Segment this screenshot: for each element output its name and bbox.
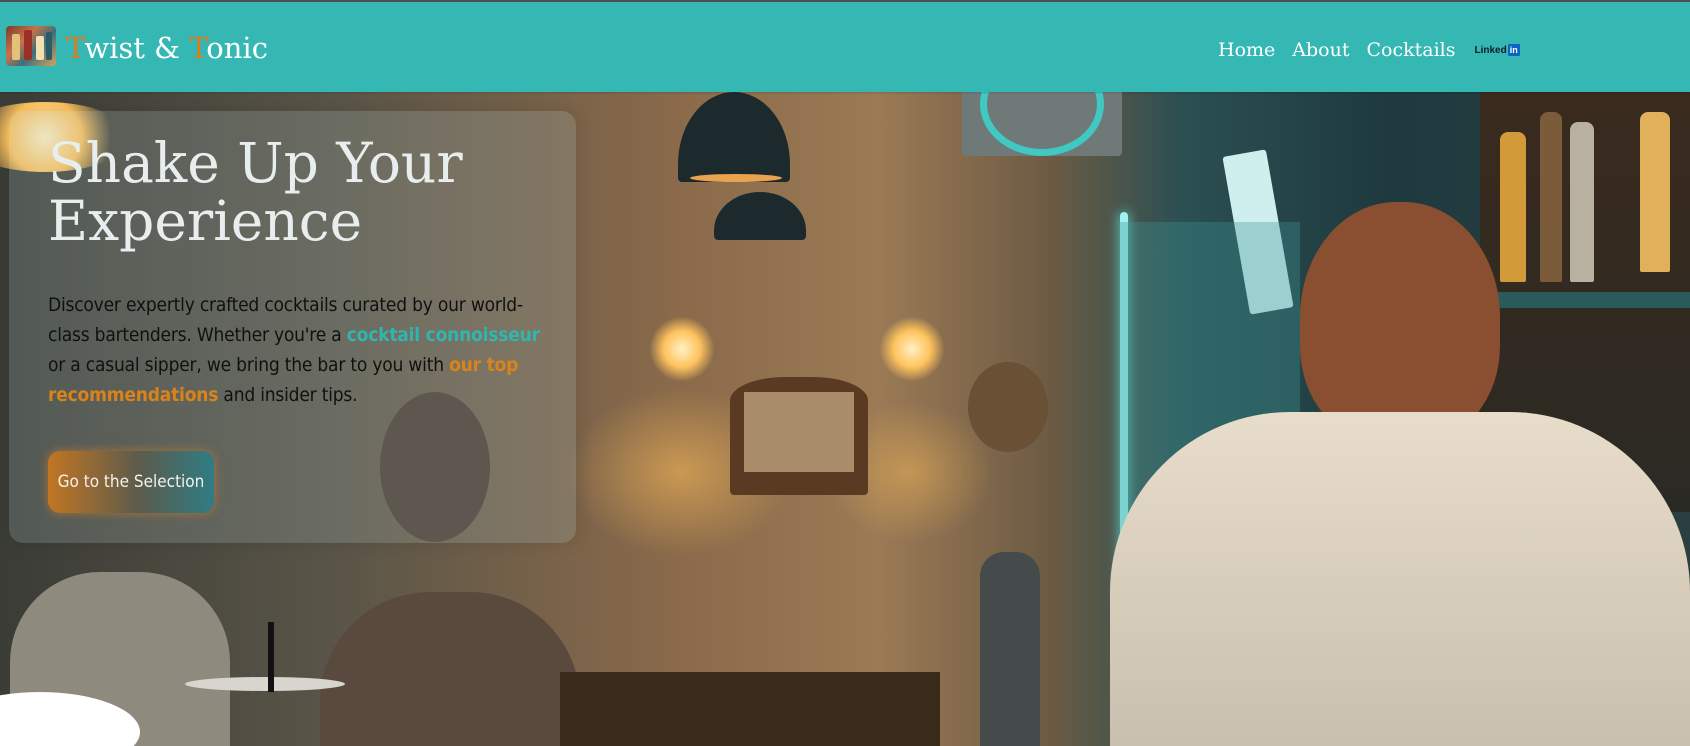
go-to-selection-button[interactable]: Go to the Selection [48, 451, 214, 513]
brand-name[interactable]: Twist & Tonic [66, 28, 268, 68]
brand-letter-2: T [189, 31, 207, 65]
hero-description-part-2: or a casual sipper, we bring the bar to … [48, 354, 450, 376]
linkedin-badge: in [1507, 44, 1520, 56]
logo-image[interactable] [6, 26, 56, 66]
nav-menu: Home About Cocktails Linked in [1218, 36, 1520, 64]
linkedin-text: Linked [1474, 44, 1507, 56]
linkedin-icon[interactable]: Linked in [1474, 44, 1520, 56]
brand-letter-1: T [66, 31, 85, 65]
hero-title: Shake Up Your Experience [48, 134, 548, 250]
hero-title-line-2: Experience [48, 189, 363, 253]
brand-text-1: wist & [84, 31, 190, 65]
highlight-cocktail-connoisseur: cocktail connoisseur [346, 324, 540, 346]
hero-title-line-1: Shake Up Your [48, 131, 463, 195]
hero-section: Shake Up Your Experience Discover expert… [0, 92, 1690, 746]
nav-link-about[interactable]: About [1292, 39, 1349, 61]
navbar: Twist & Tonic Home About Cocktails Linke… [0, 2, 1690, 92]
nav-link-cocktails[interactable]: Cocktails [1366, 39, 1455, 61]
brand-text-2: onic [206, 31, 268, 65]
hero-description: Discover expertly crafted cocktails cura… [48, 290, 548, 410]
nav-link-home[interactable]: Home [1218, 39, 1275, 61]
hero-description-part-3: and insider tips. [218, 384, 358, 406]
